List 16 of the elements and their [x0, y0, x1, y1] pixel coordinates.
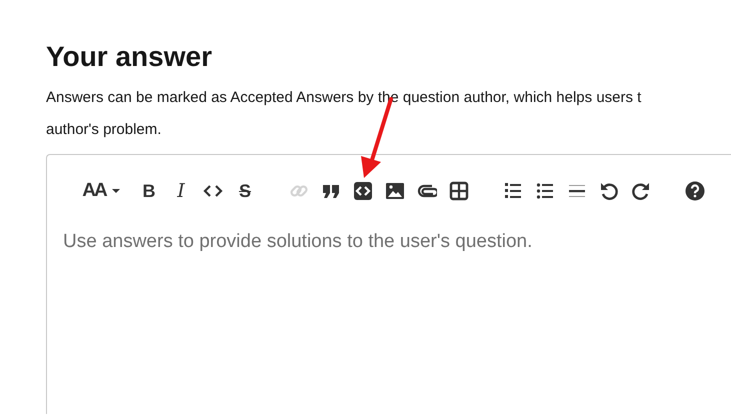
undo-icon — [599, 181, 619, 201]
code-block-icon — [353, 181, 373, 201]
help-icon — [685, 181, 705, 201]
redo-icon — [631, 181, 651, 201]
italic-button[interactable]: I — [165, 175, 197, 207]
description-text: author's problem. — [46, 120, 162, 140]
bullet-list-icon — [535, 181, 555, 201]
answer-field[interactable]: AA B I S Use answers to provide solutions to the user's question. — [46, 154, 731, 414]
font-size-button[interactable]: AA — [69, 175, 133, 207]
image-icon — [385, 181, 405, 201]
heading: Your answer — [46, 40, 212, 74]
strikethrough-button[interactable]: S — [229, 175, 261, 207]
table-icon — [449, 181, 469, 201]
caret-icon — [112, 189, 120, 193]
numbered-list-icon — [503, 181, 523, 201]
bold-button[interactable]: B — [133, 175, 165, 207]
